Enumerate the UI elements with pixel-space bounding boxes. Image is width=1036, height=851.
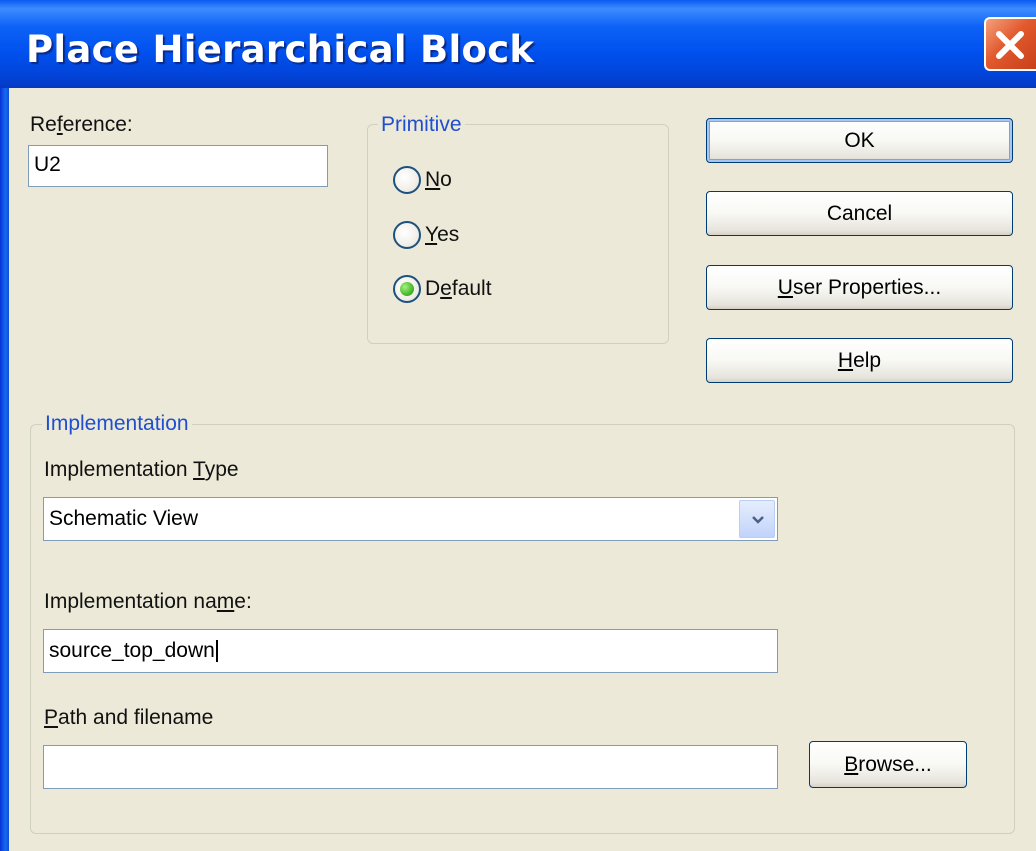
close-button[interactable] [984,17,1036,71]
place-hierarchical-block-dialog: Place Hierarchical Block Reference: U2 P… [0,0,1036,851]
radio-unselected-icon [393,221,421,249]
browse-button[interactable]: Browse... [809,741,967,788]
reference-label: Reference: [30,113,133,136]
primitive-legend: Primitive [378,113,465,137]
ok-button[interactable]: OK [706,118,1013,163]
implementation-legend: Implementation [42,412,192,436]
primitive-no-label: No [425,168,452,191]
help-button[interactable]: Help [706,338,1013,383]
implementation-name-input[interactable]: source_top_down [43,629,778,673]
implementation-type-label: Implementation Type [44,458,239,481]
radio-dot [400,282,414,296]
title-bar[interactable]: Place Hierarchical Block [0,0,1036,88]
implementation-name-label: Implementation name: [44,590,252,613]
chevron-down-icon [752,516,764,524]
path-filename-input[interactable] [43,745,778,789]
radio-selected-icon [393,275,421,303]
window-title: Place Hierarchical Block [26,28,535,71]
window-left-border [0,88,9,851]
implementation-type-select[interactable]: Schematic View [43,497,778,541]
user-properties-button[interactable]: User Properties... [706,265,1013,310]
primitive-yes-label: Yes [425,223,460,246]
path-filename-label: Path and filename [44,706,214,729]
primitive-default-label: Default [425,277,492,300]
text-caret [215,640,218,663]
primitive-no-radio[interactable]: No [393,166,483,196]
primitive-default-radio[interactable]: Default [393,275,523,305]
dropdown-button[interactable] [739,500,775,538]
close-icon [996,31,1024,59]
cancel-button[interactable]: Cancel [706,191,1013,236]
primitive-yes-radio[interactable]: Yes [393,221,483,251]
radio-unselected-icon [393,166,421,194]
reference-input[interactable]: U2 [28,145,328,187]
